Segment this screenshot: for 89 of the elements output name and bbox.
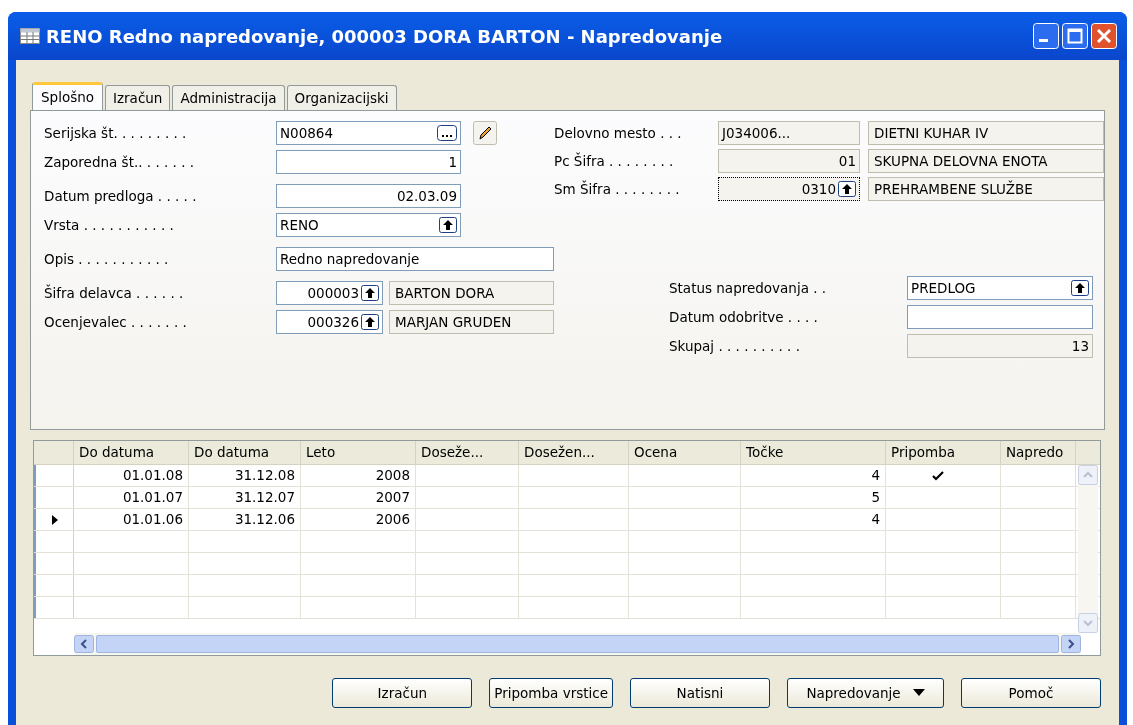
field-label: Datum odobritve . . . . xyxy=(669,307,819,327)
table-cell-text: 2007 xyxy=(375,488,410,508)
tab[interactable]: Organizacijski xyxy=(286,85,397,110)
table-cell-text: 01.01.06 xyxy=(122,510,183,530)
maximize-icon[interactable] xyxy=(1062,23,1088,49)
description-field: BARTON DORA xyxy=(389,281,554,305)
input-field[interactable]: 1 xyxy=(276,150,461,174)
field-label: Delovno mesto . . . xyxy=(554,123,683,143)
column-header[interactable]: Dosežen... xyxy=(519,441,629,464)
table-cell-text: 4 xyxy=(871,466,880,486)
input-field[interactable]: Redno napredovanje xyxy=(276,247,554,271)
field-label: Ocenjevalec . . . . . . . xyxy=(44,312,188,332)
field-value: N00864 xyxy=(280,123,334,143)
action-button[interactable]: Pripomba vrstice xyxy=(489,678,613,708)
input-field[interactable]: 000326 xyxy=(276,310,384,334)
input-field[interactable]: 01 xyxy=(718,149,860,173)
field-value: 02.03.09 xyxy=(396,186,457,206)
field-value: 13 xyxy=(1071,336,1089,356)
horizontal-scrollbar[interactable] xyxy=(74,633,1081,655)
table-cell-text: 31.12.08 xyxy=(234,466,295,486)
tab[interactable]: Splošno xyxy=(32,82,103,110)
field-label: Zaporedna št.. . . . . . . xyxy=(44,152,195,172)
column-header[interactable]: Točke xyxy=(741,441,886,464)
input-field[interactable]: 0310 xyxy=(718,177,860,201)
field-label: Datum predloga . . . . . xyxy=(44,186,198,206)
action-button[interactable]: Napredovanje xyxy=(787,678,944,708)
field-value: J034006... xyxy=(722,123,791,143)
field-label: Serijska št. . . . . . . . . xyxy=(44,123,188,143)
field-value: 01 xyxy=(838,151,856,171)
row-selector[interactable] xyxy=(34,509,74,530)
column-header[interactable]: Ocena xyxy=(629,441,741,464)
column-header[interactable]: Doseže... xyxy=(416,441,519,464)
table-cell-text: 2008 xyxy=(375,466,410,486)
current-row-icon xyxy=(51,514,58,525)
action-button[interactable]: Izračun xyxy=(332,678,473,708)
field-value: 0310 xyxy=(801,179,836,199)
field-value: RENO xyxy=(280,215,319,235)
table-cell-text: 31.12.07 xyxy=(234,488,295,508)
field-value: 1 xyxy=(448,152,457,172)
field-value: 000003 xyxy=(307,283,360,303)
column-header[interactable]: Pripomba xyxy=(886,441,1001,464)
ellipsis-icon[interactable] xyxy=(437,125,457,141)
field-value: PREDLOG xyxy=(911,278,976,298)
table-icon xyxy=(20,28,40,44)
table-cell-text: 01.01.08 xyxy=(122,466,183,486)
table-cell-text: 2006 xyxy=(375,510,410,530)
column-header[interactable]: Do datuma xyxy=(74,441,189,464)
scroll-left-icon[interactable] xyxy=(74,635,94,653)
input-field[interactable]: 13 xyxy=(907,334,1093,358)
scroll-up-icon[interactable] xyxy=(1078,465,1098,485)
field-value: Redno napredovanje xyxy=(280,249,420,269)
input-field[interactable]: RENO xyxy=(276,213,461,237)
field-label: Skupaj . . . . . . . . . . xyxy=(669,336,801,356)
input-field[interactable] xyxy=(907,305,1093,329)
table-cell-text: 4 xyxy=(871,510,880,530)
column-header[interactable]: Napredo xyxy=(1001,441,1076,464)
tab[interactable]: Administracija xyxy=(172,85,285,110)
field-label: Status napredovanja . . xyxy=(669,278,828,298)
dropdown-caret-icon xyxy=(912,689,925,697)
table-cell-text: 01.01.07 xyxy=(122,488,183,508)
field-value: 000326 xyxy=(307,312,360,332)
input-field[interactable]: J034006... xyxy=(718,121,860,145)
close-icon[interactable] xyxy=(1091,23,1117,49)
action-button[interactable]: Pomoč xyxy=(961,678,1101,708)
check-icon xyxy=(932,470,944,481)
field-label: Opis . . . . . . . . . . . xyxy=(44,249,170,269)
input-field[interactable]: 000003 xyxy=(276,281,384,305)
description-field: SKUPNA DELOVNA ENOTA xyxy=(868,149,1104,173)
description-field: DIETNI KUHAR IV xyxy=(868,121,1104,145)
pencil-icon[interactable] xyxy=(473,121,497,145)
column-header[interactable]: Leto xyxy=(301,441,416,464)
window-title: RENO Redno napredovanje, 000003 DORA BARTON - Napredovanje xyxy=(46,24,724,49)
column-header[interactable]: Do datuma xyxy=(189,441,301,464)
scroll-right-icon[interactable] xyxy=(1061,635,1081,653)
input-field[interactable]: N00864 xyxy=(276,121,461,145)
tab[interactable]: Izračun xyxy=(105,85,171,110)
vertical-scrollbar[interactable] xyxy=(1078,465,1098,633)
description-field: PREHRAMBENE SLUŽBE xyxy=(868,177,1104,201)
input-field[interactable]: PREDLOG xyxy=(907,276,1093,300)
action-button[interactable]: Natisni xyxy=(630,678,770,708)
field-label: Pc Šifra . . . . . . . . xyxy=(554,151,675,171)
field-label: Sm Šifra . . . . . . . . xyxy=(554,179,681,199)
field-label: Vrsta . . . . . . . . . . . xyxy=(44,215,175,235)
table-cell-text: 5 xyxy=(871,488,880,508)
minimize-icon[interactable] xyxy=(1033,23,1059,49)
field-label: Šifra delavca . . . . . . xyxy=(44,283,185,303)
description-field: MARJAN GRUDEN xyxy=(389,310,554,334)
table-cell-text: 31.12.06 xyxy=(234,510,295,530)
input-field[interactable]: 02.03.09 xyxy=(276,184,461,208)
